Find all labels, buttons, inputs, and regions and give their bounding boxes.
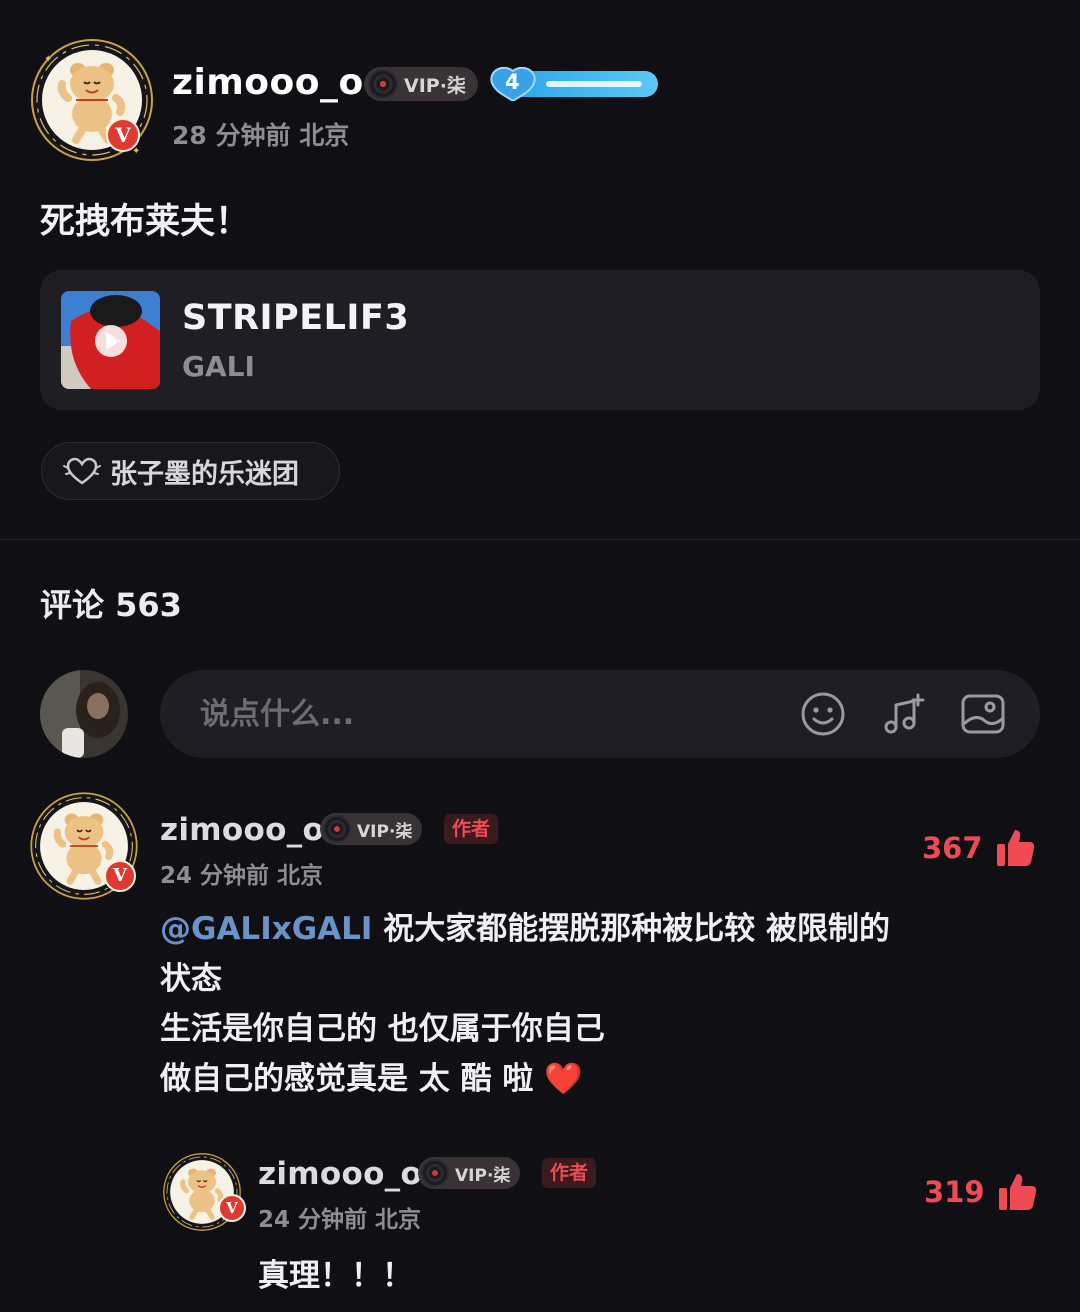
vip-badge[interactable]: VIP·柒: [364, 67, 478, 101]
fan-club-heart-icon: [63, 457, 101, 485]
comment-input[interactable]: [200, 692, 760, 736]
fan-level: 4: [505, 70, 520, 94]
song-artist: GALI: [182, 350, 255, 383]
comment-line-text: 祝大家都能摆脱那种被比较 被限制的: [372, 911, 891, 947]
reply-author-name[interactable]: zimooo_o: [258, 1156, 422, 1192]
vip-label: VIP·柒: [455, 1165, 511, 1186]
fan-club-chip[interactable]: 张子墨的乐迷团: [41, 442, 340, 500]
verified-v-icon: V: [106, 118, 140, 152]
like-button[interactable]: 319: [924, 1172, 1037, 1212]
verified-v-icon: V: [104, 860, 136, 892]
comment-line: 状态: [160, 961, 222, 997]
thumbs-up-icon: [998, 1174, 1036, 1210]
vinyl-record-icon: [368, 69, 398, 99]
like-button[interactable]: 367: [922, 828, 1035, 868]
comment-line: @GALIxGALI 祝大家都能摆脱那种被比较 被限制的: [160, 904, 1020, 954]
comment-body: @GALIxGALI 祝大家都能摆脱那种被比较 被限制的 状态 生活是你自己的 …: [160, 904, 1020, 1104]
comment-line: 生活是你自己的 也仅属于你自己: [160, 1011, 605, 1047]
post-text: 死拽布莱夫！: [40, 202, 251, 242]
post-author-name[interactable]: zimooo_o: [172, 62, 364, 103]
song-card[interactable]: STRIPELIF3 GALI: [40, 270, 1040, 410]
thumbs-up-icon: [996, 830, 1034, 866]
post-author-avatar[interactable]: ✦ ✦: [26, 34, 158, 166]
comment-author-name[interactable]: zimooo_o: [160, 812, 324, 848]
like-count: 319: [924, 1175, 985, 1209]
song-title: STRIPELIF3: [182, 298, 410, 338]
section-divider: [0, 539, 1080, 540]
music-note-add-icon[interactable]: [880, 691, 926, 737]
author-tag: 作者: [542, 1158, 597, 1188]
vinyl-record-icon: [323, 815, 351, 843]
fan-club-label: 张子墨的乐迷团: [110, 458, 299, 490]
emoji-icon[interactable]: [800, 691, 846, 737]
mention-link[interactable]: @GALIxGALI: [160, 911, 372, 947]
comment-line-text: 做自己的感觉真是 太 酷 啦: [160, 1061, 534, 1097]
comments-heading: 评论 563: [40, 586, 182, 624]
song-cover[interactable]: [61, 291, 160, 389]
reply-time-location: 24 分钟前 北京: [258, 1207, 422, 1233]
fan-level-badge[interactable]: 4: [488, 66, 658, 103]
vip-label: VIP·柒: [404, 74, 466, 97]
heart-emoji: ❤️: [544, 1061, 583, 1097]
current-user-avatar[interactable]: [40, 670, 128, 758]
post-detail-screen: ✦ ✦ V zimooo_o VIP·柒 4 28 分钟前 北京 死拽布莱夫！: [0, 0, 1080, 1312]
reply-body: 真理！！！: [258, 1258, 413, 1294]
verified-v-icon: V: [218, 1194, 246, 1222]
vinyl-record-icon: [421, 1159, 449, 1187]
vip-label: VIP·柒: [357, 821, 413, 842]
like-count: 367: [922, 831, 983, 865]
comment-line: 做自己的感觉真是 太 酷 啦 ❤️: [160, 1054, 1020, 1104]
image-icon[interactable]: [960, 691, 1006, 737]
vip-badge[interactable]: VIP·柒: [320, 813, 423, 845]
comment-time-location: 24 分钟前 北京: [160, 863, 324, 889]
comment-input-bar[interactable]: [160, 670, 1040, 758]
post-time-location: 28 分钟前 北京: [172, 121, 350, 150]
vip-badge[interactable]: VIP·柒: [418, 1157, 521, 1189]
author-tag: 作者: [444, 814, 499, 844]
svg-text:✦: ✦: [44, 54, 52, 65]
